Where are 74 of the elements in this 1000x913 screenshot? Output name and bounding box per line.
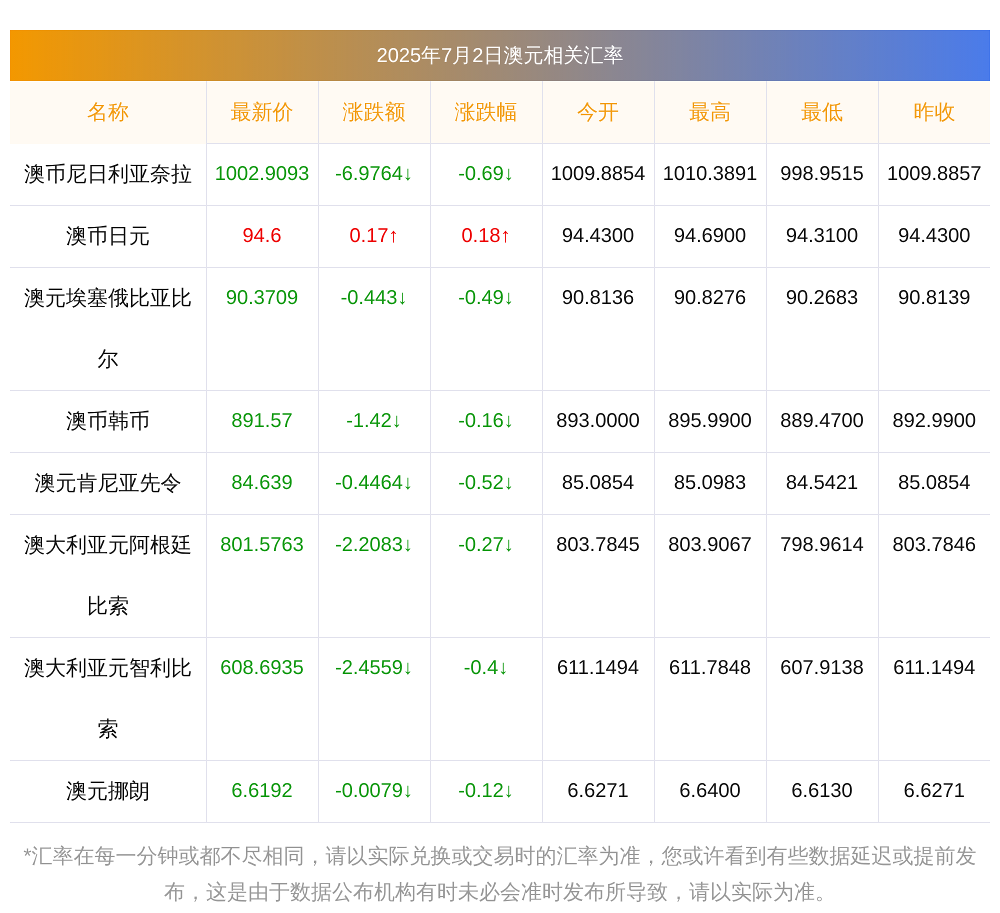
table-cell: -2.4559↓ [318,637,430,760]
table-cell: 803.7846 [878,514,990,637]
table-cell: -0.52↓ [430,452,542,514]
table-cell: 澳元挪朗 [10,760,206,822]
table-cell: 85.0854 [542,452,654,514]
table-cell: -0.0079↓ [318,760,430,822]
table-cell: 94.6 [206,205,318,267]
table-cell: 94.3100 [766,205,878,267]
table-cell: 6.6271 [878,760,990,822]
table-cell: 893.0000 [542,390,654,452]
column-header: 今开 [542,81,654,144]
table-cell: 澳元埃塞俄比亚比尔 [10,267,206,390]
table-cell: 0.17↑ [318,205,430,267]
table-cell: 84.639 [206,452,318,514]
table-cell: 澳币尼日利亚奈拉 [10,144,206,205]
table-cell: 607.9138 [766,637,878,760]
table-cell: 澳元肯尼亚先令 [10,452,206,514]
table-cell: -6.9764↓ [318,144,430,205]
table-cell: 94.6900 [654,205,766,267]
table-cell: 84.5421 [766,452,878,514]
table-cell: 998.9515 [766,144,878,205]
table-cell: 798.9614 [766,514,878,637]
table-cell: 6.6130 [766,760,878,822]
table-cell: 澳币韩币 [10,390,206,452]
column-header: 涨跌幅 [430,81,542,144]
table-cell: 611.7848 [654,637,766,760]
table-cell: -0.443↓ [318,267,430,390]
table-cell: 6.6271 [542,760,654,822]
table-cell: 澳币日元 [10,205,206,267]
table-cell: 澳大利亚元阿根廷比索 [10,514,206,637]
table-cell: 891.57 [206,390,318,452]
table-cell: 608.6935 [206,637,318,760]
table-cell: -0.49↓ [430,267,542,390]
table-cell: 6.6192 [206,760,318,822]
table-cell: -0.69↓ [430,144,542,205]
table-cell: 1009.8857 [878,144,990,205]
table-cell: 6.6400 [654,760,766,822]
table-cell: 90.2683 [766,267,878,390]
column-header: 涨跌额 [318,81,430,144]
table-cell: 澳大利亚元智利比索 [10,637,206,760]
table-cell: -0.12↓ [430,760,542,822]
table-cell: 1010.3891 [654,144,766,205]
column-header: 最低 [766,81,878,144]
table-cell: 0.18↑ [430,205,542,267]
table-cell: 90.8136 [542,267,654,390]
disclaimer-text: *汇率在每一分钟或都不尽相同，请以实际兑换或交易时的汇率为准，您或许看到有些数据延迟或提前发布，这是由于数据公布机构有时未必会准时发布所导致，请以实际为准。 [22,844,978,906]
table-cell: -2.2083↓ [318,514,430,637]
table-cell: 90.8139 [878,267,990,390]
table-cell: 1002.9093 [206,144,318,205]
table-title: 2025年7月2日澳元相关汇率 [10,30,990,81]
table-cell: 892.9900 [878,390,990,452]
column-header: 最高 [654,81,766,144]
column-header: 名称 [10,81,206,144]
table-cell: 85.0983 [654,452,766,514]
table-cell: -0.4↓ [430,637,542,760]
column-header: 昨收 [878,81,990,144]
table-cell: 90.8276 [654,267,766,390]
table-cell: 611.1494 [542,637,654,760]
table-cell: -0.27↓ [430,514,542,637]
table-cell: -1.42↓ [318,390,430,452]
table-cell: 1009.8854 [542,144,654,205]
table-cell: -0.4464↓ [318,452,430,514]
table-cell: 803.7845 [542,514,654,637]
table-cell: 895.9900 [654,390,766,452]
table-cell: 85.0854 [878,452,990,514]
table-cell: 801.5763 [206,514,318,637]
table-cell: 94.4300 [878,205,990,267]
table-cell: 803.9067 [654,514,766,637]
column-header: 最新价 [206,81,318,144]
table-cell: -0.16↓ [430,390,542,452]
table-cell: 94.4300 [542,205,654,267]
table-cell: 90.3709 [206,267,318,390]
table-cell: 889.4700 [766,390,878,452]
table-cell: 611.1494 [878,637,990,760]
